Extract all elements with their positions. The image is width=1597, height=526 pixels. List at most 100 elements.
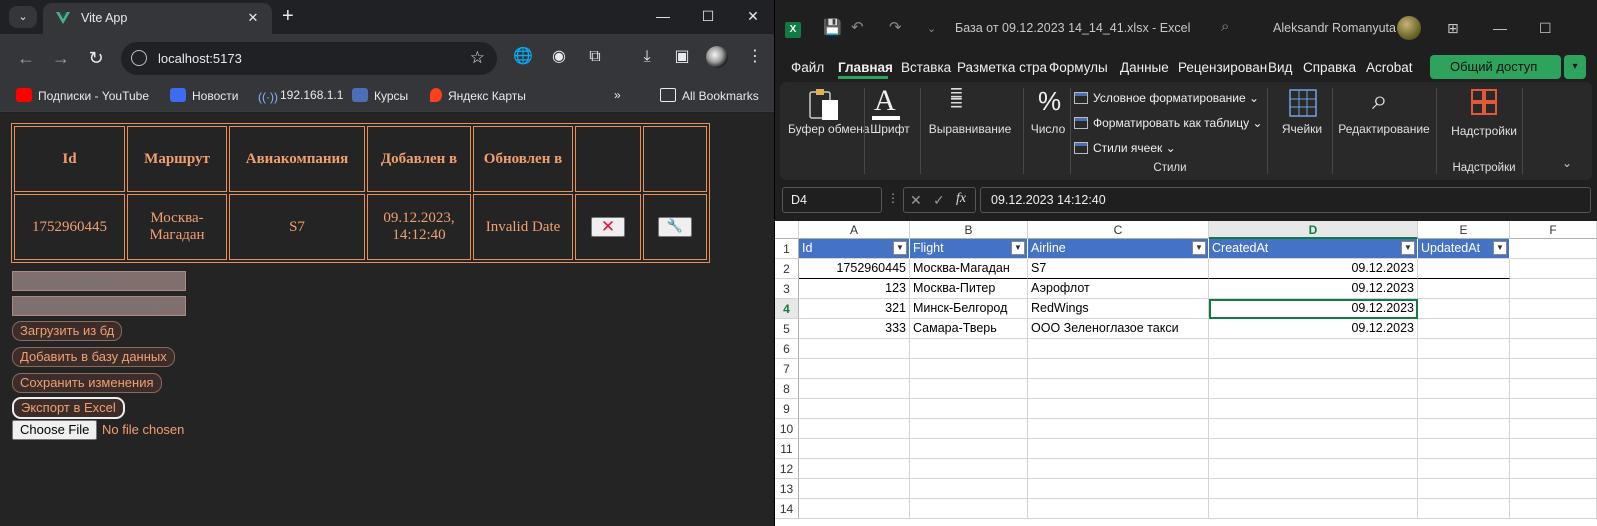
grid-cell[interactable] xyxy=(1418,379,1510,399)
save-changes-button[interactable]: Сохранить изменения xyxy=(12,373,162,393)
export-excel-button[interactable]: Экспорт в Excel xyxy=(12,397,125,419)
grid-cell[interactable] xyxy=(799,499,910,519)
cancel-icon[interactable]: ✕ xyxy=(910,192,922,209)
grid-cell[interactable]: 09.12.2023 xyxy=(1209,259,1418,279)
bookmark-router[interactable]: ((·)) 192.168.1.1 xyxy=(258,88,343,104)
grid-cell[interactable] xyxy=(1209,499,1418,519)
back-icon[interactable]: ← xyxy=(16,48,36,68)
row-header[interactable]: 7 xyxy=(775,359,799,379)
grid-cell[interactable]: S7 xyxy=(1028,259,1209,279)
grid-cell[interactable] xyxy=(1209,419,1418,439)
edit-wrench-icon[interactable]: 🔧 xyxy=(658,217,692,237)
grid-cell[interactable] xyxy=(1510,359,1597,379)
flight-name-input[interactable] xyxy=(12,271,186,291)
font-label[interactable]: Шрифт xyxy=(860,122,920,136)
airline-name-input[interactable] xyxy=(12,296,186,316)
site-info-icon[interactable] xyxy=(131,50,147,66)
grid-cell[interactable] xyxy=(1209,359,1418,379)
grid-cell[interactable] xyxy=(1209,439,1418,459)
grid-cell[interactable] xyxy=(1028,359,1209,379)
number-label[interactable]: Число xyxy=(1018,122,1078,136)
grid-cell[interactable] xyxy=(799,399,910,419)
cell-styles-button[interactable]: Стили ячеек ⌄ xyxy=(1074,141,1176,155)
add-to-db-button[interactable]: Добавить в базу данных xyxy=(12,347,175,367)
row-header[interactable]: 6 xyxy=(775,339,799,359)
grid-cell[interactable]: 123 xyxy=(799,279,910,299)
grid-cell[interactable] xyxy=(799,479,910,499)
grid-cell[interactable] xyxy=(910,479,1028,499)
tab-review[interactable]: Рецензирован xyxy=(1178,60,1267,75)
filter-dropdown-icon[interactable]: ▼ xyxy=(1011,241,1025,255)
undo-icon[interactable]: ↶ xyxy=(851,18,864,36)
search-icon[interactable]: ⌕ xyxy=(1221,18,1229,35)
grid-cell[interactable] xyxy=(1028,379,1209,399)
table-header-cell[interactable]: Airline ▼ xyxy=(1028,239,1209,259)
grid-cell[interactable] xyxy=(1418,359,1510,379)
grid-cell[interactable] xyxy=(1028,339,1209,359)
grid-cell[interactable] xyxy=(1510,339,1597,359)
all-bookmarks[interactable]: All Bookmarks xyxy=(660,88,759,103)
menu-icon[interactable]: ⋮ xyxy=(744,46,766,68)
grid-cell[interactable] xyxy=(1510,459,1597,479)
addins-icon[interactable] xyxy=(1470,88,1498,116)
restore-icon[interactable]: ☐ xyxy=(1539,20,1552,37)
grid-cell[interactable] xyxy=(1209,379,1418,399)
grid-cell[interactable] xyxy=(910,339,1028,359)
grid-cell[interactable]: 333 xyxy=(799,319,910,339)
bookmark-star-icon[interactable]: ☆ xyxy=(470,48,485,68)
grid-cell[interactable] xyxy=(1510,399,1597,419)
bookmark-youtube[interactable]: Подписки - YouTube xyxy=(16,88,149,103)
redo-icon[interactable]: ↷ xyxy=(889,18,902,36)
select-all-corner[interactable] xyxy=(775,221,799,239)
clipboard-label[interactable]: Буфер обмена xyxy=(788,122,870,137)
grid-cell[interactable]: 1752960445 xyxy=(799,259,910,279)
editing-label[interactable]: Редактирование xyxy=(1334,122,1434,136)
conditional-formatting-button[interactable]: Условное форматирование ⌄ xyxy=(1074,91,1259,105)
bookmark-yandex-maps[interactable]: Яндекс Карты xyxy=(430,88,526,103)
extensions-icon[interactable]: ⧉ xyxy=(584,46,606,68)
grid-cell[interactable]: Самара-Тверь xyxy=(910,319,1028,339)
cells-label[interactable]: Ячейки xyxy=(1272,122,1332,136)
grid-cell[interactable] xyxy=(1418,499,1510,519)
formula-input[interactable]: 09.12.2023 14:12:40 xyxy=(980,187,1591,213)
filter-dropdown-icon[interactable]: ▼ xyxy=(1493,241,1507,255)
column-header[interactable]: A xyxy=(799,221,910,239)
grid-cell[interactable]: 321 xyxy=(799,299,910,319)
address-bar[interactable]: localhost:5173 ☆ xyxy=(121,42,497,75)
tab-acrobat[interactable]: Acrobat xyxy=(1366,60,1413,75)
grid-cell[interactable] xyxy=(799,359,910,379)
grid-cell[interactable]: Москва-Питер xyxy=(910,279,1028,299)
grid-cell[interactable] xyxy=(910,439,1028,459)
grid-cell[interactable] xyxy=(1028,499,1209,519)
grid-cell[interactable]: 09.12.2023 xyxy=(1209,299,1418,319)
grid-cell[interactable] xyxy=(910,499,1028,519)
close-window-icon[interactable]: ✕ xyxy=(742,6,764,26)
tab-search-button[interactable]: ⌄ xyxy=(9,6,37,28)
grid-cell[interactable] xyxy=(1510,379,1597,399)
grid-cell[interactable] xyxy=(1028,419,1209,439)
grid-cell[interactable]: Минск-Белгород xyxy=(910,299,1028,319)
row-header[interactable]: 2 xyxy=(775,259,799,279)
table-header-cell[interactable]: CreatedAt ▼ xyxy=(1209,239,1418,259)
reload-icon[interactable]: ↻ xyxy=(86,48,106,68)
grid-cell[interactable] xyxy=(1028,399,1209,419)
column-header[interactable]: B xyxy=(910,221,1028,239)
tab-help[interactable]: Справка xyxy=(1303,60,1356,75)
load-from-db-button[interactable]: Загрузить из бд xyxy=(12,321,123,341)
minimize-icon[interactable]: — xyxy=(1493,20,1507,36)
grid-cell[interactable] xyxy=(1209,339,1418,359)
grid-cell[interactable] xyxy=(1418,319,1510,339)
user-avatar[interactable] xyxy=(1397,16,1421,40)
grid-cell[interactable] xyxy=(1510,439,1597,459)
grid-cell[interactable] xyxy=(1418,439,1510,459)
grid-cell[interactable] xyxy=(1418,339,1510,359)
sidepanel-icon[interactable]: ▣ xyxy=(671,46,693,68)
download-icon[interactable]: ⤓ xyxy=(636,46,658,68)
column-header[interactable]: D xyxy=(1209,221,1418,239)
share-dropdown-icon[interactable]: ▾ xyxy=(1564,55,1586,79)
cells-icon[interactable] xyxy=(1288,88,1318,118)
alignment-icon[interactable]: ≡ ≡ xyxy=(950,82,963,114)
grid-cell[interactable] xyxy=(799,379,910,399)
save-icon[interactable]: 💾 xyxy=(823,18,842,36)
grid-cell[interactable] xyxy=(1418,419,1510,439)
